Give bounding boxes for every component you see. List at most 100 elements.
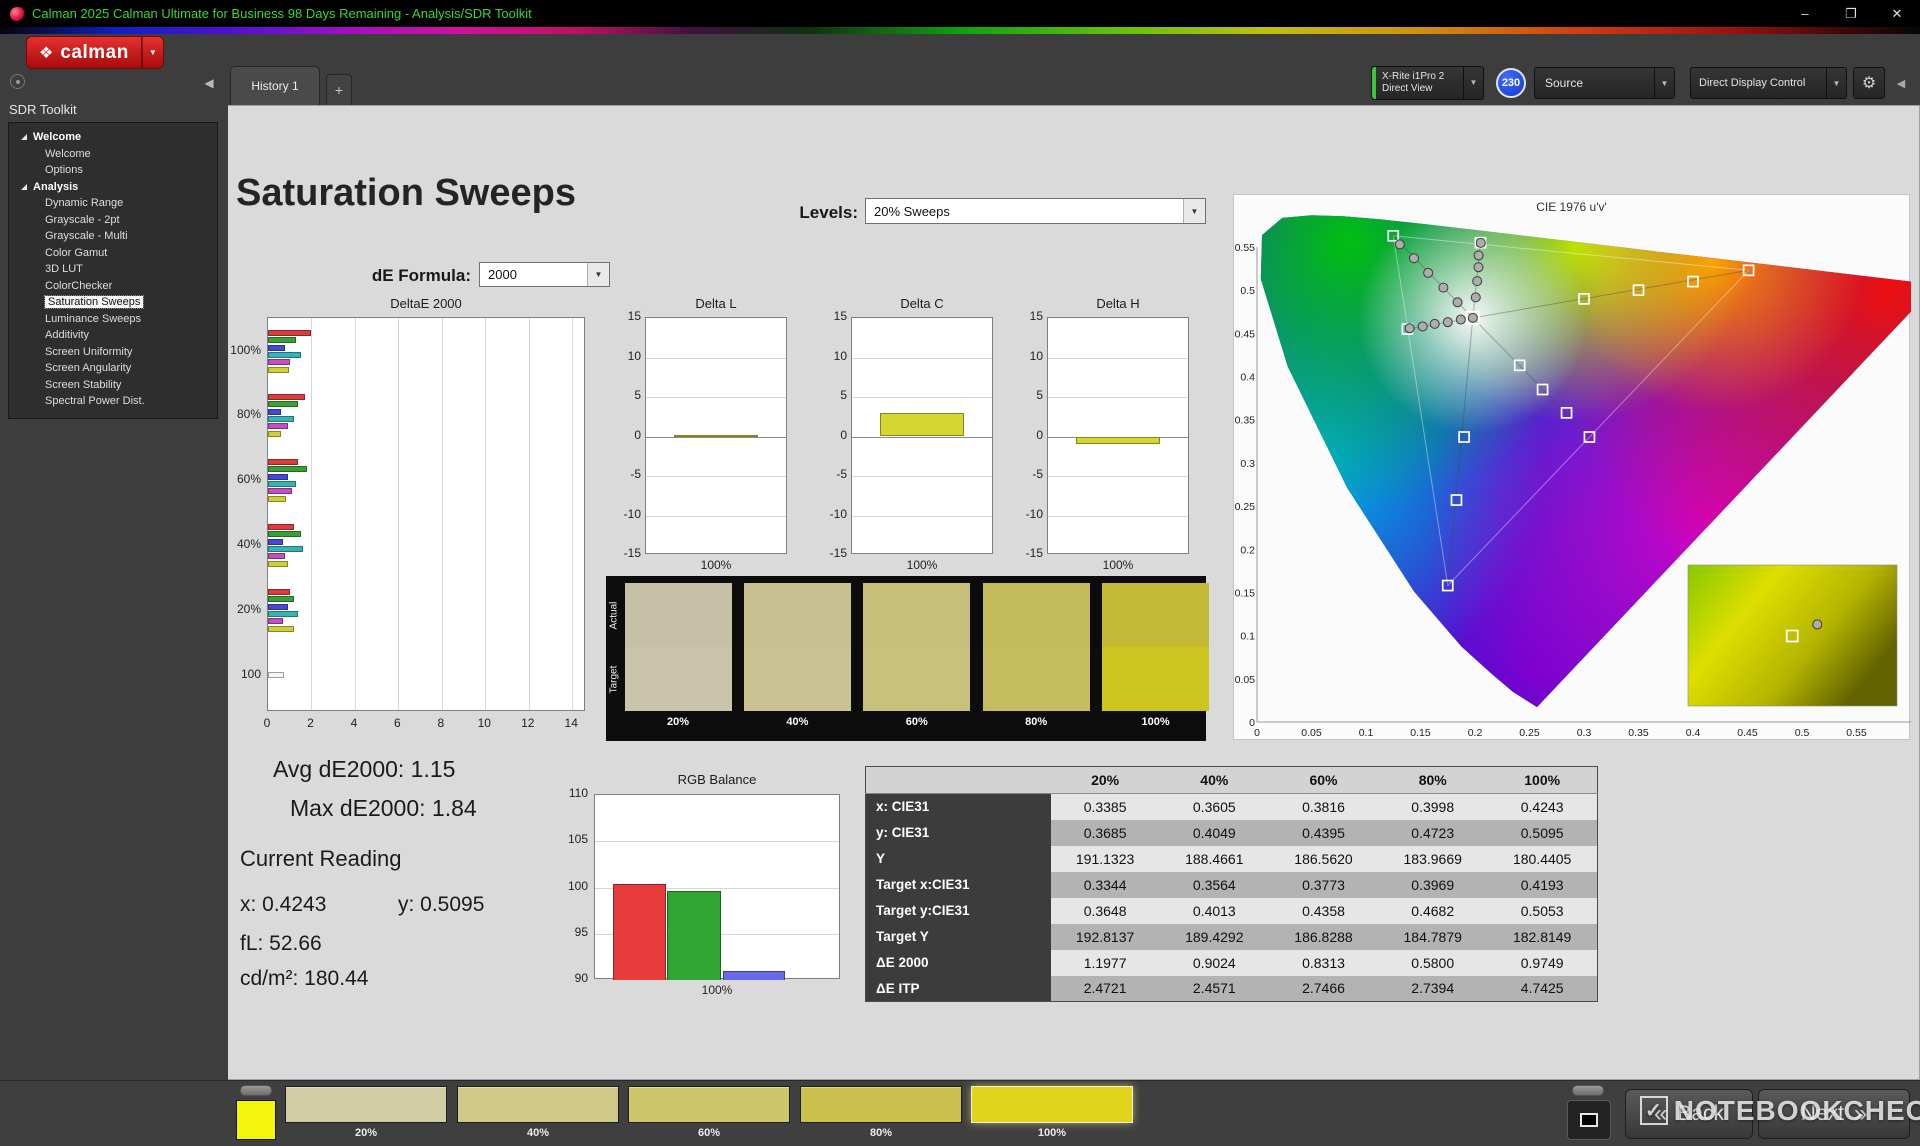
table-cell: 180.4405 [1487, 845, 1598, 872]
table-cell: 0.3564 [1159, 871, 1269, 898]
deltae-bar-yellow [268, 625, 295, 632]
deltae-bar-magenta [268, 359, 290, 366]
settings-gear-button[interactable]: ⚙ [1853, 67, 1885, 99]
sidebar-item-label: Grayscale - Multi [45, 230, 128, 243]
cie-diagram: 0 0.05 0.1 0.15 0.2 0.25 0.3 0.35 0.4 0.45 0.5 0.55… [1235, 215, 1911, 739]
calman-menu-arrow[interactable]: ▼ [141, 36, 164, 69]
sidebar-item-luminance-sweeps[interactable]: Luminance Sweeps [9, 311, 217, 328]
table-cell: 0.3385 [1050, 793, 1160, 820]
back-chevrons-icon: « [1653, 1100, 1668, 1127]
tab-history-1[interactable]: History 1 [230, 66, 320, 105]
max-de2000: Max dE2000: 1.84 [290, 795, 477, 821]
target-row-label: Target [608, 665, 620, 694]
sidebar-item-label: Luminance Sweeps [45, 312, 142, 325]
pattern-window-handle[interactable] [1572, 1085, 1604, 1096]
collapse-right-panel-button[interactable]: ◀ [1890, 73, 1912, 93]
sidebar-item-3d-lut[interactable]: 3D LUT [9, 261, 217, 278]
sidebar-item-label: Additivity [45, 329, 90, 342]
add-tab-button[interactable]: + [326, 74, 352, 105]
deltae-xtick: 12 [521, 716, 535, 730]
table-cell: 2.7394 [1378, 975, 1488, 1002]
back-button[interactable]: « Back [1625, 1089, 1753, 1139]
calman-menu[interactable]: ❖ calman ▼ [26, 36, 164, 69]
sidebar-item-colorchecker[interactable]: ColorChecker [9, 278, 217, 295]
svg-text:0.15: 0.15 [1410, 727, 1431, 739]
maximize-button[interactable]: ❐ [1828, 0, 1874, 27]
sidebar-item-screen-uniformity[interactable]: Screen Uniformity [9, 344, 217, 361]
delta-ytick: 0 [840, 427, 847, 442]
display-control-dropdown[interactable]: Direct Display Control ▼ [1690, 67, 1847, 99]
close-button[interactable]: ✕ [1874, 0, 1920, 27]
chevron-down-icon: ▼ [1463, 67, 1483, 99]
svg-text:0: 0 [1249, 717, 1255, 729]
deltae-bar-magenta [268, 488, 292, 495]
delta-ytick: -10 [1025, 506, 1043, 521]
sidebar-item-welcome[interactable]: Welcome [9, 129, 217, 146]
svg-text:0.45: 0.45 [1737, 727, 1758, 739]
sweep-label: 60% [697, 1127, 721, 1139]
table-cell: 0.8313 [1268, 949, 1379, 976]
sidebar-item-saturation-sweeps[interactable]: Saturation Sweeps [9, 294, 217, 311]
table-cell: 191.1323 [1050, 845, 1160, 872]
sweep-button-20%[interactable]: 20% [285, 1086, 447, 1139]
table-row-label: ΔE ITP [865, 975, 1051, 1002]
pattern-options-handle[interactable] [240, 1085, 272, 1096]
sidebar-item-grayscale-multi[interactable]: Grayscale - Multi [9, 228, 217, 245]
sidebar-item-screen-stability[interactable]: Screen Stability [9, 377, 217, 394]
actual-swatch [1102, 583, 1210, 647]
delta-ytick: 15 [1029, 309, 1043, 323]
sidebar-item-screen-angularity[interactable]: Screen Angularity [9, 360, 217, 377]
rgb-bar-blue [723, 970, 785, 980]
svg-text:0.3: 0.3 [1240, 458, 1255, 470]
table-row-label: ΔE 2000 [865, 949, 1051, 976]
actual-target-comparison: Actual Target 20% 40% 60% 80% 100% [606, 576, 1210, 741]
sidebar-collapse-button[interactable]: ◀ [198, 72, 220, 94]
svg-text:0.05: 0.05 [1301, 727, 1322, 739]
delta-ytick: 15 [833, 309, 847, 323]
sidebar-item-additivity[interactable]: Additivity [9, 327, 217, 344]
deltae-bar-blue [268, 344, 286, 351]
svg-text:0.35: 0.35 [1628, 727, 1649, 739]
sidebar-item-color-gamut[interactable]: Color Gamut [9, 245, 217, 262]
current-pattern-swatch[interactable] [236, 1100, 276, 1140]
sidebar-item-analysis[interactable]: Analysis [9, 179, 217, 196]
pattern-window-button[interactable] [1567, 1100, 1611, 1140]
sweep-button-80%[interactable]: 80% [800, 1086, 962, 1139]
rgb-ytick: 95 [574, 924, 588, 939]
deltae-ytick: 20% [236, 602, 261, 616]
deltae-ytick: 80% [236, 407, 261, 421]
actual-swatch [863, 583, 971, 647]
chevron-down-icon: ▼ [1183, 199, 1205, 223]
sweep-button-40%[interactable]: 40% [457, 1086, 619, 1139]
sidebar-item-label: Welcome [45, 147, 91, 160]
meter-dropdown[interactable]: X-Rite i1Pro 2 Direct View ▼ [1371, 66, 1484, 100]
sweep-button-100%[interactable]: 100% [971, 1086, 1133, 1139]
table-header: 60% [1268, 766, 1379, 794]
sidebar-item-label: Dynamic Range [45, 197, 124, 210]
delta-ytick: 0 [634, 427, 641, 442]
de-formula-dropdown[interactable]: 2000 ▼ [479, 262, 610, 287]
svg-text:0.05: 0.05 [1235, 674, 1256, 686]
sidebar-item-dynamic-range[interactable]: Dynamic Range [9, 195, 217, 212]
sidebar-item-options[interactable]: Options [9, 162, 217, 179]
gridline [852, 476, 992, 477]
table-cell: 0.4358 [1268, 897, 1379, 924]
sidebar-item-welcome[interactable]: Welcome [9, 146, 217, 163]
sidebar-item-spectral-power-dist-[interactable]: Spectral Power Dist. [9, 393, 217, 410]
deltae-bar-green [268, 531, 301, 538]
deltae-xtick: 14 [564, 716, 578, 730]
sidebar-item-grayscale-2pt[interactable]: Grayscale - 2pt [9, 212, 217, 229]
levels-dropdown[interactable]: 20% Sweeps ▼ [865, 198, 1206, 224]
chevron-down-icon: ▼ [148, 48, 157, 57]
deltae-bar-green [268, 401, 299, 408]
source-dropdown[interactable]: Source ▼ [1534, 67, 1675, 99]
minimize-button[interactable]: – [1782, 0, 1828, 27]
panel-options-button[interactable] [10, 74, 25, 89]
meter-status-accent [1372, 67, 1376, 99]
delta-c-xlabel: 100% [906, 558, 938, 572]
meter-name: X-Rite i1Pro 2 [1382, 70, 1445, 82]
sweep-button-60%[interactable]: 60% [628, 1086, 790, 1139]
deltae-bar-yellow [268, 560, 288, 567]
next-button[interactable]: Next » [1758, 1089, 1910, 1139]
pattern-window-icon [1580, 1113, 1598, 1127]
